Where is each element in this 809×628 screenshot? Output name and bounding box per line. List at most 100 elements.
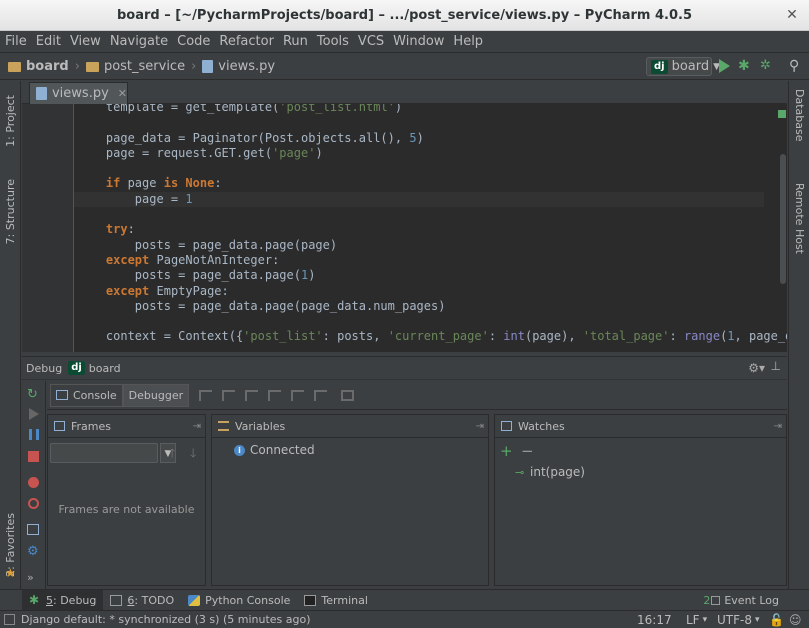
stop-icon[interactable]	[28, 451, 39, 462]
code-token: posts = page_data.page(	[77, 268, 301, 283]
editor-gutter[interactable]	[22, 104, 74, 352]
mute-breakpoints-icon[interactable]	[28, 498, 39, 509]
tool-tab-todo[interactable]: 6: TODO	[103, 590, 181, 611]
code-token: :	[127, 222, 135, 237]
view-breakpoints-icon[interactable]	[28, 477, 39, 488]
menu-vcs[interactable]: VCS	[358, 34, 384, 49]
pin-icon[interactable]: ⇥	[476, 421, 484, 432]
step-into-my-code-icon[interactable]	[268, 389, 282, 401]
rerun-icon[interactable]: ↻	[27, 387, 41, 402]
code-line[interactable]: page_data = Paginator(Post.objects.all()…	[77, 131, 787, 146]
code-line[interactable]: if page is None:	[77, 176, 787, 191]
code-line[interactable]: posts = page_data.page(page_data.num_pag…	[77, 299, 787, 314]
menu-code[interactable]: Code	[177, 34, 210, 49]
line-separator[interactable]: LF ▾	[686, 611, 707, 628]
code-line[interactable]: posts = page_data.page(1)	[77, 268, 787, 283]
run-configuration-select[interactable]: dj board ▼	[646, 57, 720, 76]
code-line[interactable]: page = request.GET.get('page')	[77, 146, 787, 161]
menu-help[interactable]: Help	[453, 34, 483, 49]
watch-expression-icon: ⊸	[515, 465, 525, 479]
code-line[interactable]: page = 1	[74, 191, 764, 208]
close-icon[interactable]: ✕	[784, 7, 800, 23]
arrow-down-icon[interactable]: 🡓	[190, 444, 196, 465]
more-icon[interactable]: »	[27, 571, 41, 585]
step-into-icon[interactable]	[245, 389, 259, 401]
debug-config-name: board	[88, 361, 121, 375]
code-line[interactable]: except EmptyPage:	[77, 284, 787, 299]
menu-window[interactable]: Window	[393, 34, 444, 49]
code-line[interactable]: context = Context({'post_list': posts, '…	[77, 329, 787, 344]
code-token: template = get_template(	[77, 104, 280, 114]
editor-tab-views-py[interactable]: views.py ✕	[29, 82, 128, 104]
menu-view[interactable]: View	[70, 34, 101, 49]
run-to-cursor-icon[interactable]	[314, 389, 328, 401]
code-line[interactable]: except PageNotAnInteger:	[77, 253, 787, 268]
tool-tab-project[interactable]: 1: Project	[4, 95, 17, 147]
code-line[interactable]: posts = page_data.page(page)	[77, 238, 787, 253]
code-content[interactable]: template = get_template('post_list.html'…	[74, 104, 787, 345]
search-icon[interactable]: ⚲	[789, 59, 803, 73]
debug-bug-icon[interactable]: ✱	[738, 59, 752, 73]
code-line[interactable]	[77, 314, 787, 329]
window-title-bar: board – [~/PycharmProjects/board] – .../…	[0, 0, 809, 31]
read-only-lock-icon[interactable]: 🔓	[769, 611, 784, 628]
layout-icon[interactable]	[27, 524, 39, 535]
show-execution-point-icon[interactable]	[199, 389, 213, 401]
tool-tab-debug-label: : Debug	[53, 593, 97, 607]
menu-navigate[interactable]: Navigate	[110, 34, 168, 49]
pin-icon[interactable]: ⇥	[193, 421, 201, 432]
code-line[interactable]: try:	[77, 222, 787, 237]
hide-icon[interactable]: ⊥	[771, 359, 781, 373]
tool-tab-event-log[interactable]: 2 Event Log	[703, 590, 779, 611]
editor-scrollbar[interactable]	[780, 154, 786, 284]
menu-run[interactable]: Run	[283, 34, 308, 49]
arrow-up-icon[interactable]: 🡑	[169, 444, 175, 465]
tab-debugger[interactable]: Debugger	[122, 383, 190, 407]
tab-console[interactable]: Console	[50, 383, 123, 407]
file-encoding[interactable]: UTF-8 ▾	[717, 611, 760, 628]
gear-icon[interactable]: ⚙▾	[748, 361, 765, 375]
step-over-icon[interactable]	[222, 389, 236, 401]
code-token: : posts,	[322, 329, 388, 344]
run-with-coverage-icon[interactable]: ✲	[760, 59, 774, 73]
breadcrumb-package[interactable]: post_service	[85, 59, 185, 74]
code-line[interactable]: template = get_template('post_list.html'…	[77, 104, 787, 115]
tool-tab-database[interactable]: Database	[793, 89, 806, 142]
code-line[interactable]	[77, 115, 787, 130]
remove-watch-icon[interactable]: −	[521, 442, 534, 460]
breadcrumb-file[interactable]: views.py	[202, 59, 275, 74]
close-tab-icon[interactable]: ✕	[118, 87, 127, 100]
tool-windows-toggle-icon[interactable]	[4, 614, 15, 625]
code-line[interactable]	[77, 161, 787, 176]
menu-refactor[interactable]: Refactor	[219, 34, 274, 49]
breadcrumb-project[interactable]: board	[8, 59, 69, 74]
watch-item[interactable]: ⊸ int(page)	[515, 465, 585, 479]
pause-icon[interactable]	[29, 429, 39, 440]
inspection-status-icon[interactable]	[778, 110, 786, 118]
code-token: )	[394, 104, 403, 114]
status-message[interactable]: Django default: * synchronized (3 s) (5 …	[21, 613, 311, 626]
thread-select[interactable]	[50, 443, 158, 463]
resume-icon[interactable]	[29, 408, 39, 420]
tool-tab-terminal[interactable]: Terminal	[297, 590, 375, 611]
tool-tab-structure[interactable]: 7: Structure	[4, 179, 17, 244]
pin-icon[interactable]: ⇥	[774, 421, 782, 432]
code-token: PageNotAnInteger:	[149, 252, 280, 267]
menu-tools[interactable]: Tools	[317, 34, 349, 49]
tool-tab-debug[interactable]: ✱ 5: Debug	[22, 589, 104, 611]
caret-position[interactable]: 16:17	[637, 611, 672, 628]
code-editor[interactable]: template = get_template('post_list.html'…	[22, 104, 787, 352]
step-out-icon[interactable]	[291, 389, 305, 401]
menu-file[interactable]: File	[5, 34, 27, 49]
tool-tab-remote-host[interactable]: Remote Host	[793, 183, 806, 254]
tool-tab-python-console[interactable]: Python Console	[181, 590, 297, 611]
code-line[interactable]	[77, 207, 787, 222]
run-icon[interactable]	[719, 59, 730, 73]
add-watch-icon[interactable]: +	[500, 442, 513, 460]
evaluate-expression-icon[interactable]	[341, 389, 355, 401]
code-token: EmptyPage:	[149, 283, 229, 298]
menu-edit[interactable]: Edit	[36, 34, 61, 49]
inspector-icon[interactable]: ☺	[789, 611, 802, 628]
settings-icon[interactable]: ⚙	[27, 544, 41, 559]
